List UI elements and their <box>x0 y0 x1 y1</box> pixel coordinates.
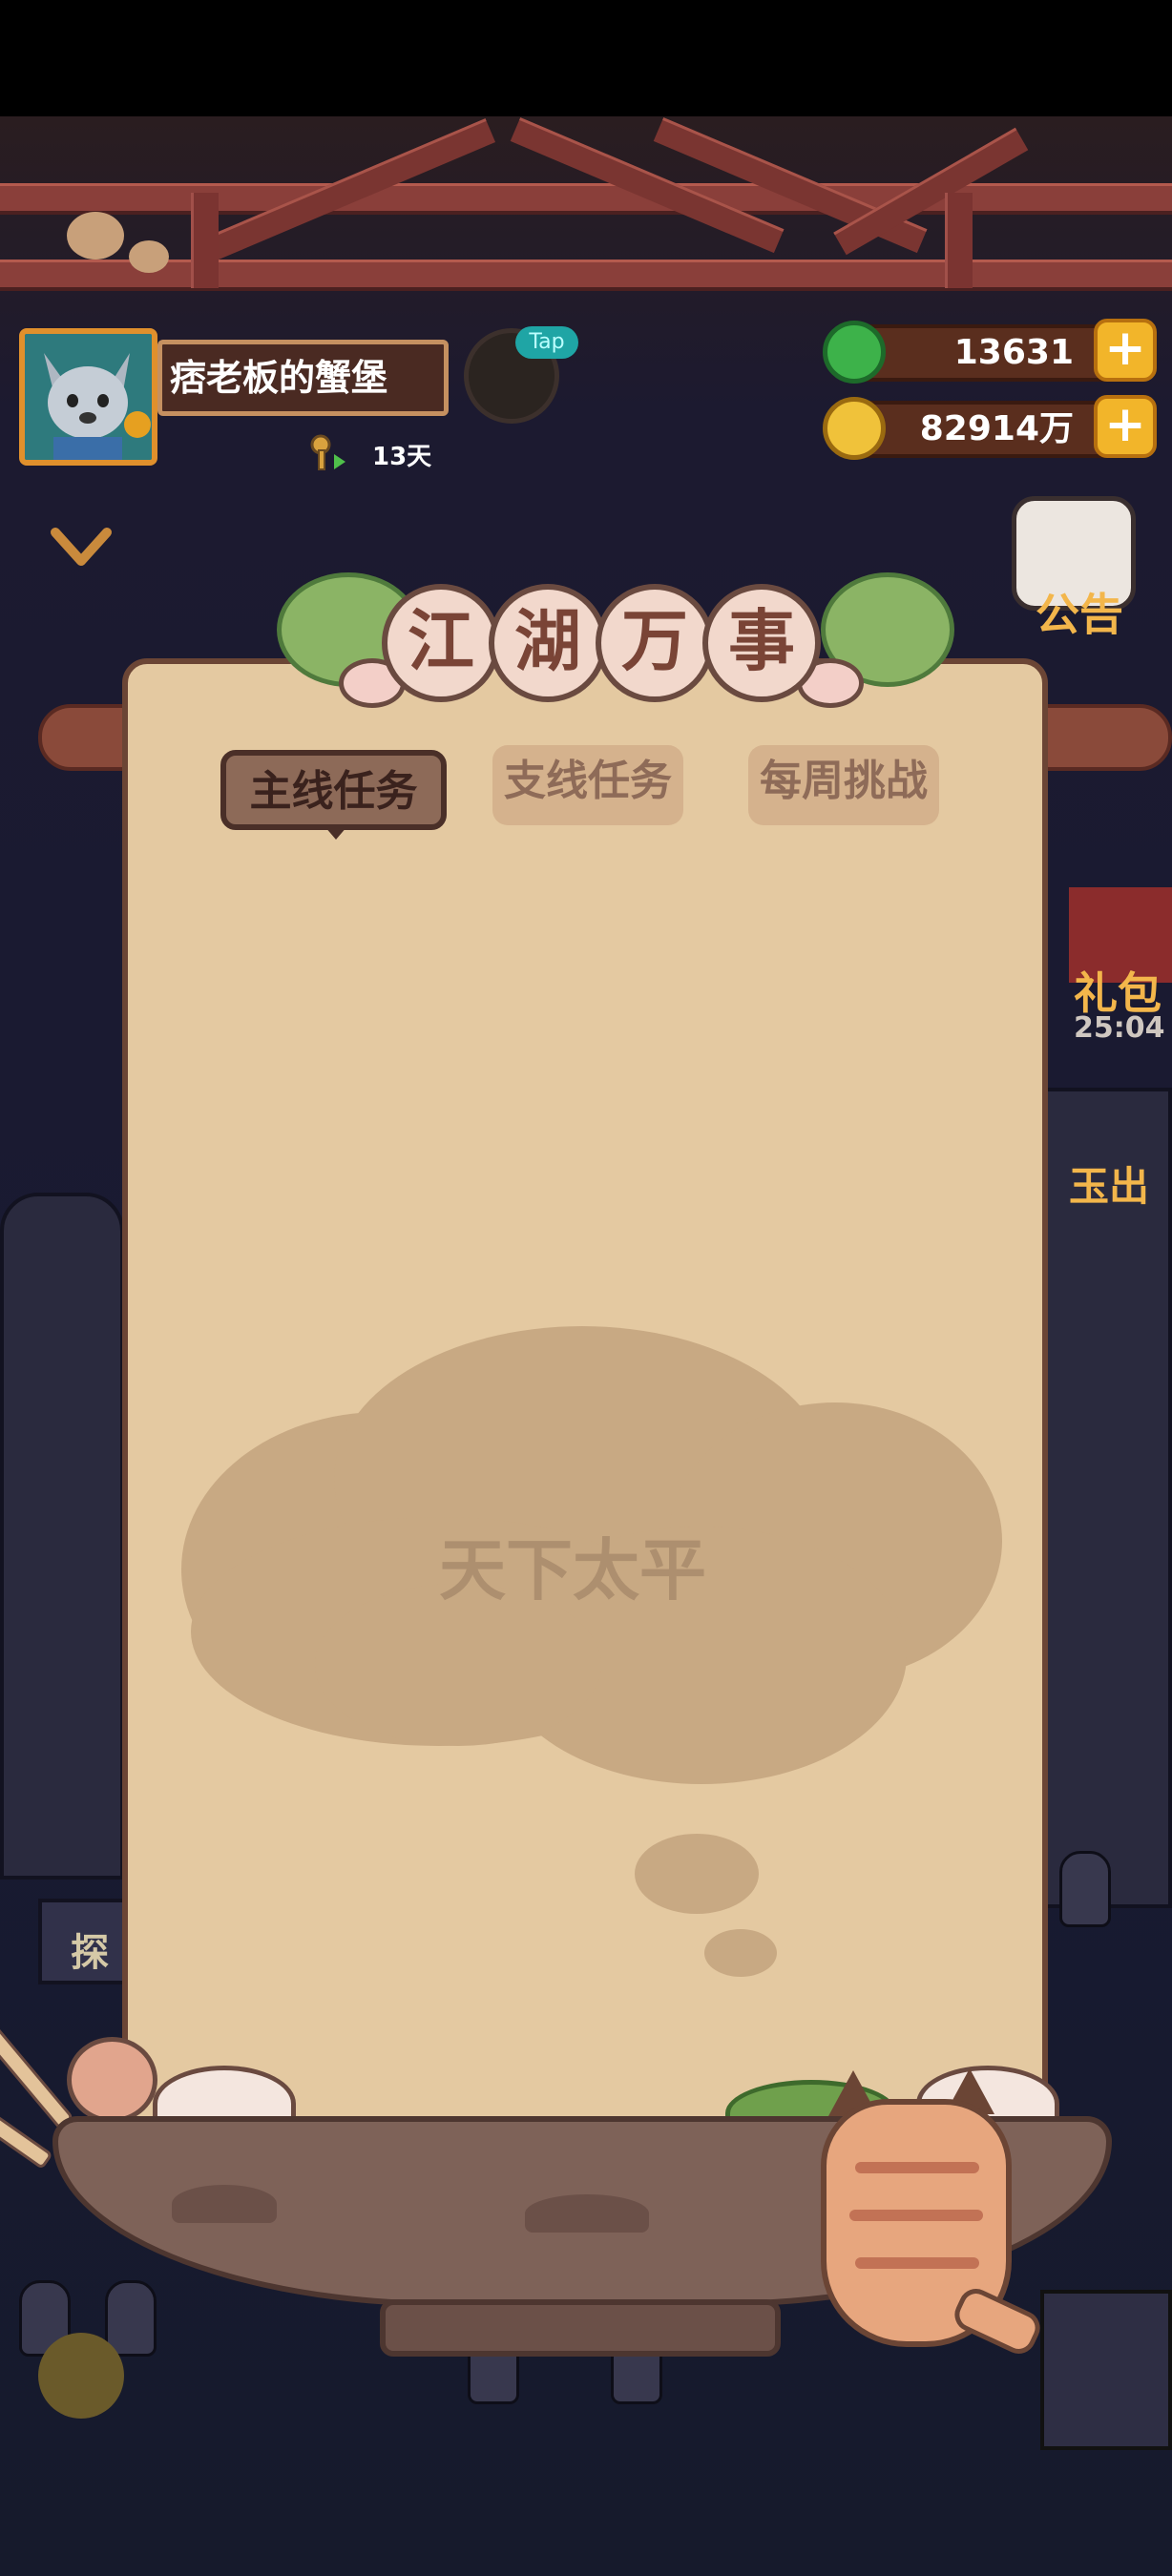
tap-tag: Tap <box>515 326 578 359</box>
roof-beams <box>0 116 1172 307</box>
tab-pointer <box>324 826 347 840</box>
player-name-plate[interactable]: 痞老板的蟹堡 <box>157 340 449 416</box>
roof-post <box>191 193 219 288</box>
key-days-icon <box>310 434 345 470</box>
coin-icon <box>823 397 886 460</box>
chick-icon <box>67 212 124 260</box>
bowl-base <box>380 2299 781 2357</box>
roof-post <box>945 193 973 288</box>
jade-icon <box>823 321 886 384</box>
panel-title-char: 湖 <box>489 584 607 702</box>
townsperson <box>38 2333 124 2419</box>
side-menu-item3: 玉出 <box>1069 1163 1150 1210</box>
background-building <box>0 1193 124 1880</box>
background-stall <box>1040 2290 1172 2450</box>
chevron-down-icon[interactable] <box>48 523 115 572</box>
player-avatar[interactable] <box>19 328 157 466</box>
add-coin-button[interactable]: + <box>1094 395 1157 458</box>
empty-state-message: 天下太平 <box>439 1531 706 1610</box>
coin-amount: 82914万 <box>919 409 1074 448</box>
chick-icon <box>129 240 169 273</box>
bowl-shadow <box>525 2194 649 2233</box>
wolf-avatar-icon <box>25 334 152 460</box>
meatball-icon <box>67 2037 157 2123</box>
panel-title-char: 江 <box>382 584 500 702</box>
roof-beam <box>0 260 1172 291</box>
player-name: 痞老板的蟹堡 <box>170 357 388 399</box>
login-days: 13天 <box>372 443 432 471</box>
tab-weekly-challenge[interactable]: 每周挑战 <box>748 745 939 825</box>
bowl-shadow <box>172 2185 277 2223</box>
panel-title-char: 万 <box>596 584 714 702</box>
tab-side-quest[interactable]: 支线任务 <box>492 745 683 825</box>
gift-pack-timer: 25:04 <box>1074 1011 1165 1045</box>
townsperson <box>1059 1851 1111 1927</box>
announcement-label: 公告 <box>1036 589 1123 640</box>
tab-main-quest[interactable]: 主线任务 <box>220 750 447 830</box>
roof-beam <box>0 183 1172 215</box>
jade-amount: 13631 <box>953 333 1074 372</box>
add-jade-button[interactable]: + <box>1094 319 1157 382</box>
townsperson <box>105 2280 157 2357</box>
background-sign: 探 <box>38 1899 134 1984</box>
status-bar <box>0 0 1172 116</box>
panel-title-char: 事 <box>702 584 821 702</box>
